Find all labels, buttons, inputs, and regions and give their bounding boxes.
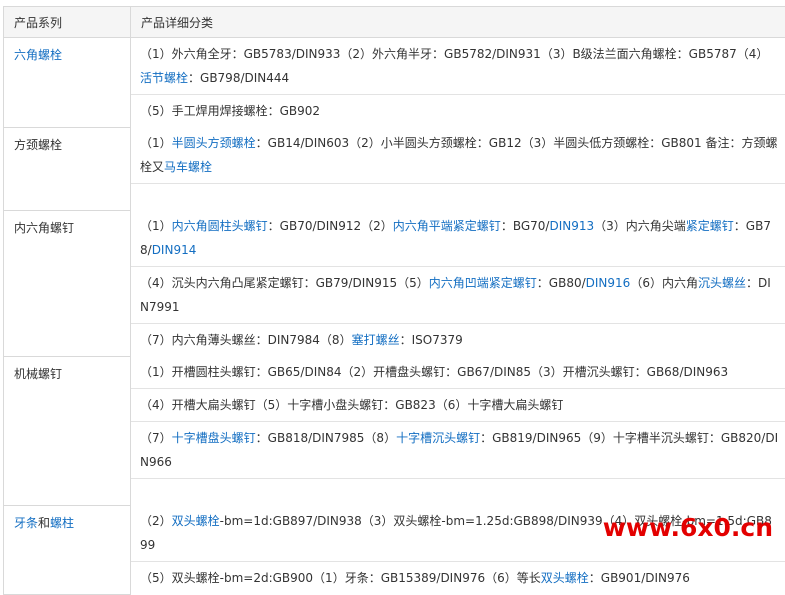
detail-text: （1） [140,219,172,233]
category-row: 方颈螺栓 （1）半圆头方颈螺栓：GB14/DIN603（2）小半圆头方颈螺栓：GB… [4,127,785,210]
detail-text: ：BG70/ [501,219,550,233]
detail-line: （5）双头螺栓-bm=2d:GB900（1）牙条：GB15389/DIN976（… [131,562,785,594]
detail-line [131,479,785,505]
detail-link[interactable]: DIN914 [152,243,197,257]
detail-line: （4）开槽大扁头螺钉（5）十字槽小盘头螺钉：GB823（6）十字槽大扁头螺钉 [131,389,785,422]
category-text: 方颈螺栓 [14,138,62,152]
detail-line: （7）内六角薄头螺丝：DIN7984（8）塞打螺丝：ISO7379 [131,324,785,356]
detail-text: （2） [140,514,172,528]
detail-cell: （1）半圆头方颈螺栓：GB14/DIN603（2）小半圆头方颈螺栓：GB12（3… [131,127,785,210]
detail-text: （7）内六角薄头螺丝：DIN7984（8） [140,333,352,347]
detail-text: （5）手工焊用焊接螺栓：GB902 [140,104,320,118]
detail-link[interactable]: 十字槽盘头螺钉 [172,431,256,445]
detail-link[interactable]: 内六角圆柱头螺钉 [172,219,268,233]
category-label: 机械螺钉 [4,356,131,505]
header-series: 产品系列 [4,7,131,38]
detail-link[interactable]: 塞打螺丝 [352,333,400,347]
detail-line: （7）十字槽盘头螺钉：GB818/DIN7985（8）十字槽沉头螺钉：GB819… [131,422,785,479]
category-link[interactable]: 六角螺栓 [14,48,62,62]
detail-link[interactable]: 马车螺栓 [164,160,212,174]
header-row: 产品系列 产品详细分类 [4,7,785,38]
detail-line: （1）内六角圆柱头螺钉：GB70/DIN912（2）内六角平端紧定螺钉：BG70… [131,210,785,267]
category-row: 六角螺栓 （1）外六角全牙：GB5783/DIN933（2）外六角半牙：GB578… [4,38,785,128]
detail-line: （1）半圆头方颈螺栓：GB14/DIN603（2）小半圆头方颈螺栓：GB12（3… [131,127,785,184]
detail-line: （1）开槽圆柱头螺钉：GB65/DIN84（2）开槽盘头螺钉：GB67/DIN8… [131,356,785,389]
detail-text: ：ISO7379 [400,333,463,347]
detail-text: （1） [140,136,172,150]
detail-link[interactable]: 内六角凹端紧定螺钉 [429,276,537,290]
detail-cell: （1）开槽圆柱头螺钉：GB65/DIN84（2）开槽盘头螺钉：GB67/DIN8… [131,356,785,505]
detail-text: ：GB80/ [537,276,586,290]
detail-line: （5）手工焊用焊接螺栓：GB902 [131,95,785,127]
detail-text: （1）外六角全牙：GB5783/DIN933（2）外六角半牙：GB5782/DI… [140,47,768,61]
detail-text: ：GB818/DIN7985（8） [256,431,396,445]
detail-link[interactable]: 活节螺栓 [140,71,188,85]
product-table: 产品系列 产品详细分类 六角螺栓 （1）外六角全牙：GB5783/DIN933（2… [3,6,785,595]
detail-text: （4）开槽大扁头螺钉（5）十字槽小盘头螺钉：GB823（6）十字槽大扁头螺钉 [140,398,563,412]
detail-line [131,184,785,210]
detail-text: （6）内六角 [630,276,698,290]
detail-cell: （1）内六角圆柱头螺钉：GB70/DIN912（2）内六角平端紧定螺钉：BG70… [131,210,785,356]
detail-text: ：GB70/DIN912（2） [268,219,393,233]
detail-cell: （1）外六角全牙：GB5783/DIN933（2）外六角半牙：GB5782/DI… [131,38,785,128]
detail-text: （3）内六角尖端 [594,219,686,233]
detail-text: （5）双头螺栓-bm=2d:GB900（1）牙条：GB15389/DIN976（… [140,571,541,585]
detail-link[interactable]: 十字槽沉头螺钉 [396,431,480,445]
detail-link[interactable]: 紧定螺钉 [686,219,734,233]
detail-text: ：GB901/DIN976 [589,571,690,585]
category-label: 六角螺栓 [4,38,131,128]
detail-link[interactable]: 双头螺栓 [172,514,220,528]
category-text: 机械螺钉 [14,367,62,381]
category-row: 内六角螺钉 （1）内六角圆柱头螺钉：GB70/DIN912（2）内六角平端紧定螺钉… [4,210,785,356]
detail-line: （4）沉头内六角凸尾紧定螺钉：GB79/DIN915（5）内六角凹端紧定螺钉：G… [131,267,785,324]
category-link[interactable]: 牙条 [14,516,38,530]
category-label: 方颈螺栓 [4,127,131,210]
detail-link[interactable]: 内六角平端紧定螺钉 [393,219,501,233]
detail-link[interactable]: DIN916 [586,276,631,290]
detail-text: （7） [140,431,172,445]
category-text: 和 [38,516,50,530]
detail-text: ：GB798/DIN444 [188,71,289,85]
header-detail: 产品详细分类 [131,7,785,38]
table-body: 六角螺栓 （1）外六角全牙：GB5783/DIN933（2）外六角半牙：GB578… [4,38,785,595]
detail-link[interactable]: 双头螺栓 [541,571,589,585]
category-text: 内六角螺钉 [14,221,74,235]
detail-text: （4）沉头内六角凸尾紧定螺钉：GB79/DIN915（5） [140,276,429,290]
detail-link[interactable]: 半圆头方颈螺栓 [172,136,256,150]
detail-line: （1）外六角全牙：GB5783/DIN933（2）外六角半牙：GB5782/DI… [131,38,785,95]
detail-text: （1）开槽圆柱头螺钉：GB65/DIN84（2）开槽盘头螺钉：GB67/DIN8… [140,365,728,379]
site-watermark: www.6x0.cn [603,513,773,542]
detail-link[interactable]: DIN913 [549,219,594,233]
category-label: 内六角螺钉 [4,210,131,356]
category-link[interactable]: 螺柱 [50,516,74,530]
category-label: 牙条和螺柱 [4,505,131,594]
detail-link[interactable]: 沉头螺丝 [698,276,746,290]
category-row: 机械螺钉 （1）开槽圆柱头螺钉：GB65/DIN84（2）开槽盘头螺钉：GB67/… [4,356,785,505]
